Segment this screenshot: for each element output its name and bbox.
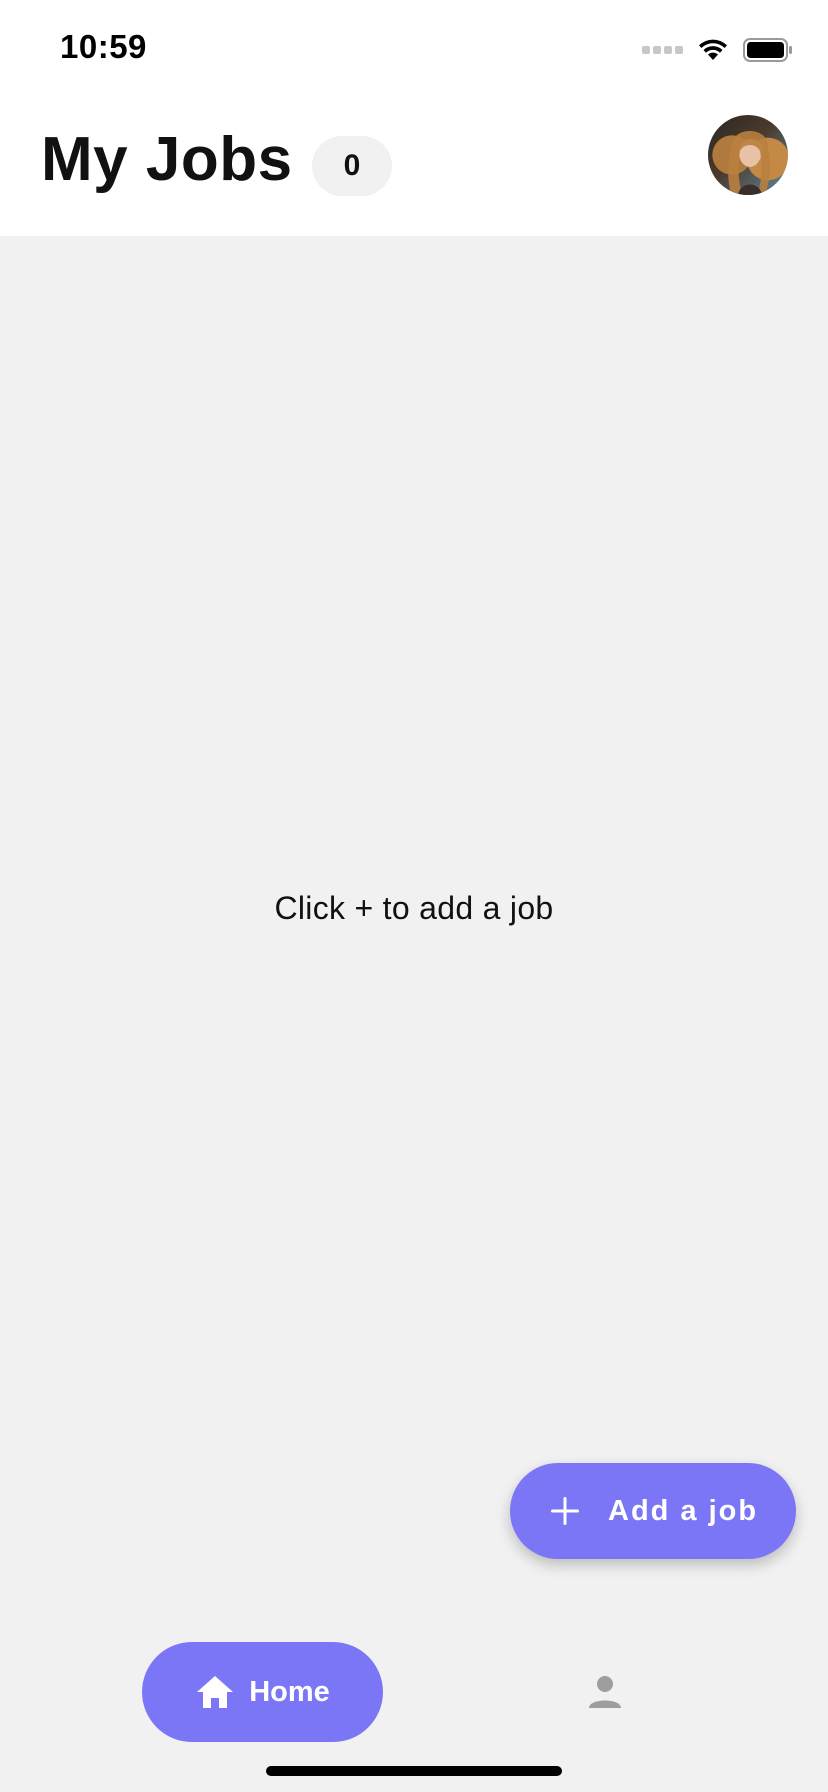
cellular-signal-icon <box>642 46 683 54</box>
battery-icon <box>743 38 792 62</box>
empty-state-message: Click + to add a job <box>274 890 554 926</box>
add-job-label: Add a job <box>608 1494 759 1527</box>
status-bar: 10:59 <box>0 0 828 100</box>
nav-home-tab[interactable]: Home <box>142 1642 383 1742</box>
status-icons <box>642 36 793 64</box>
nav-profile-tab[interactable] <box>575 1662 635 1722</box>
plus-icon <box>551 1497 579 1525</box>
add-job-button[interactable]: Add a job <box>510 1463 796 1559</box>
home-indicator <box>266 1766 562 1776</box>
status-time: 10:59 <box>60 28 147 65</box>
app-header: My Jobs 0 <box>0 100 828 236</box>
wifi-icon <box>699 39 727 60</box>
person-icon <box>589 1676 621 1708</box>
page-title: My Jobs <box>41 125 293 194</box>
nav-home-label: Home <box>249 1675 330 1708</box>
job-count-badge: 0 <box>312 136 392 196</box>
home-icon <box>197 1676 234 1708</box>
avatar[interactable] <box>708 115 788 195</box>
bottom-navigation: Home <box>0 1622 828 1742</box>
user-avatar-photo-icon <box>728 131 771 195</box>
app-screen: 10:59 My Jobs 0 Click + to add a job Add… <box>0 0 828 1792</box>
